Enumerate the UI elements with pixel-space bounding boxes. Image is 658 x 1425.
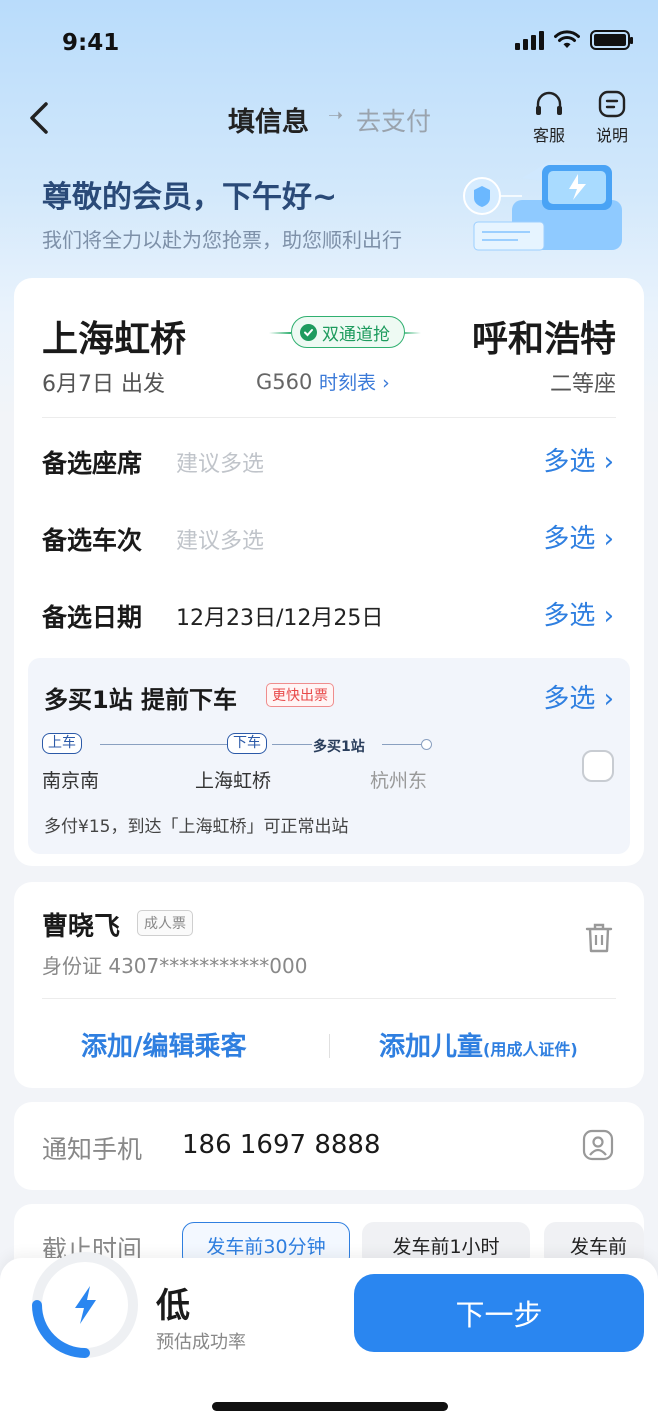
alight-station: 上海虹桥 [195,770,272,792]
dual-channel-badge: 双通道抢 [291,316,405,348]
badge-line-left [269,332,291,334]
add-child-button[interactable]: 添加儿童(用成人证件) [379,1026,578,1063]
ticket-type-tag: 成人票 [137,910,193,936]
departure-station: 上海虹桥 [42,319,187,360]
battery-icon [590,30,633,50]
arrival-station: 呼和浩特 [471,319,616,360]
next-step-label: 去支付 [356,107,432,136]
alt-date-more-button[interactable]: 多选 › [543,595,614,632]
chevron-right-icon: › [376,372,390,394]
divider [42,417,616,418]
trip-card: 上海虹桥 呼和浩特 双通道抢 6月7日 出发 G560 时刻表 › 二等座 备选… [14,278,644,866]
end-station-dot [421,739,432,750]
customer-service-button[interactable]: 客服 [527,90,571,146]
board-tag: 上车 [42,733,82,754]
contact-card: 通知手机 186 1697 8888 [14,1102,644,1190]
dual-channel-label: 双通道抢 [322,324,390,345]
route-line [382,744,422,745]
faster-ticket-tag: 更快出票 [266,683,334,707]
extra-stop-note: 多付¥15，到达「上海虹桥」可正常出站 [44,817,349,837]
next-step-button[interactable]: 下一步 [354,1274,644,1352]
departure-date: 6月7日 出发 [42,372,165,397]
bottom-action-bar: 低 预估成功率 下一步 [0,1252,658,1425]
ticket-machine-illustration [463,160,622,251]
route-line [272,744,312,745]
instructions-label: 说明 [595,126,628,145]
trash-icon[interactable] [584,922,614,954]
end-station: 杭州东 [370,770,428,792]
extra-stop-checkbox[interactable] [582,750,614,782]
vertical-divider [329,1034,330,1058]
cellular-signal-icon [515,30,544,50]
passenger-name: 曹晓飞 [42,912,121,942]
back-icon[interactable] [26,98,56,138]
page-title: 填信息 [228,107,309,138]
alt-date-value: 12月23日/12月25日 [176,606,384,631]
instructions-button[interactable]: 说明 [590,90,634,146]
seat-class: 二等座 [549,372,616,397]
extra-stop-label: 多买1站 [313,739,365,755]
timetable-link[interactable]: 时刻表 [319,372,376,394]
home-indicator [212,1402,448,1411]
passenger-id: 身份证 4307***********000 [42,954,308,978]
customer-service-label: 客服 [532,126,565,145]
nav-bar: 填信息 ➝ 去支付 客服 说明 [0,88,658,148]
wifi-icon [554,30,580,48]
phone-label: 通知手机 [42,1135,143,1164]
step-arrow-icon: ➝ [328,105,344,126]
add-edit-passenger-button[interactable]: 添加/编辑乘客 [81,1026,247,1063]
check-circle-icon [300,323,317,341]
alight-tag: 下车 [227,733,267,754]
divider [42,998,616,999]
document-icon [598,90,626,118]
status-bar: 9:41 [0,0,658,88]
phone-input[interactable]: 186 1697 8888 [182,1130,381,1160]
alt-date-label: 备选日期 [42,603,143,632]
greeting-subtitle: 我们将全力以赴为您抢票，助您顺利出行 [42,228,402,252]
extra-stop-title: 多买1站 提前下车 [44,686,238,714]
status-time: 9:41 [62,30,120,56]
headset-icon [536,91,562,115]
board-station: 南京南 [42,770,100,792]
alt-seat-more-button[interactable]: 多选 › [543,441,614,478]
greeting-title: 尊敬的会员，下午好~ [42,180,338,215]
alt-train-hint: 建议多选 [176,529,265,554]
extra-stop-panel: 多买1站 提前下车 更快出票 多选 › 上车 下车 多买1站 南京南 上海虹桥 … [28,658,630,854]
extra-stop-more-button[interactable]: 多选 › [543,678,614,715]
train-number: G560 [256,370,313,394]
train-number-link[interactable]: G560 时刻表 › [256,368,390,395]
alt-seat-hint: 建议多选 [176,452,265,477]
contact-book-icon[interactable] [582,1129,614,1161]
route-line [100,744,228,745]
alt-train-label: 备选车次 [42,526,143,555]
success-rate-gauge [32,1252,138,1358]
alt-train-more-button[interactable]: 多选 › [543,518,614,555]
alt-seat-label: 备选座席 [42,449,143,478]
passenger-card: 曹晓飞 成人票 身份证 4307***********000 添加/编辑乘客 添… [14,882,644,1088]
success-rate-label: 预估成功率 [156,1332,246,1353]
status-icons [515,30,633,50]
success-rate-value: 低 [156,1286,190,1326]
